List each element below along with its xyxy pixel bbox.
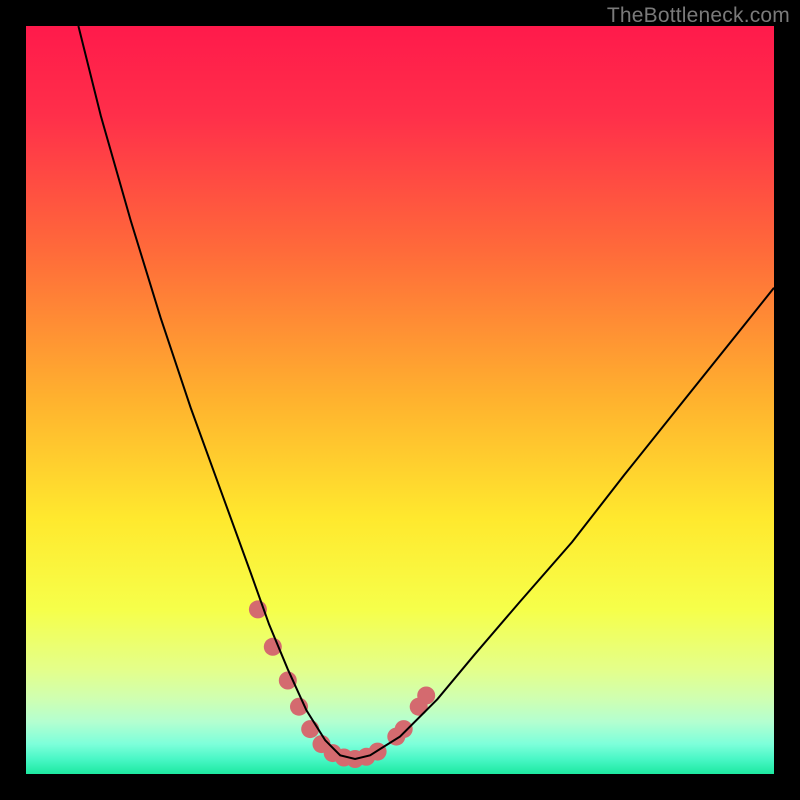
highlight-dot xyxy=(279,672,297,690)
watermark-text: TheBottleneck.com xyxy=(607,4,790,28)
highlight-dot xyxy=(395,720,413,738)
highlight-dot xyxy=(417,687,435,705)
bottleneck-curve xyxy=(78,26,774,759)
plot-area xyxy=(26,26,774,774)
chart-svg xyxy=(26,26,774,774)
outer-frame: TheBottleneck.com xyxy=(0,0,800,800)
highlight-dot xyxy=(301,720,319,738)
marker-layer xyxy=(249,600,435,768)
